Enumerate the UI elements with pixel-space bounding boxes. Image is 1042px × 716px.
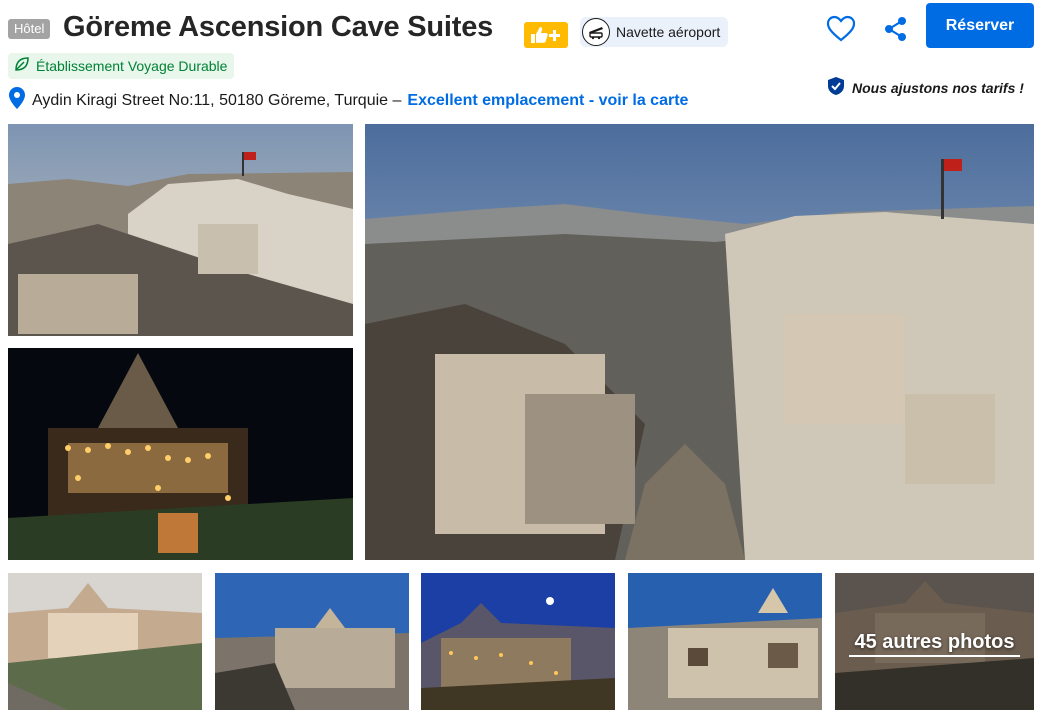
gallery-photo-1[interactable] bbox=[8, 124, 353, 336]
price-note-text: Nous ajustons nos tarifs ! bbox=[852, 79, 1024, 96]
map-link[interactable]: Excellent emplacement - voir la carte bbox=[407, 92, 688, 110]
sustainable-travel-label: Établissement Voyage Durable bbox=[36, 58, 228, 74]
heart-icon[interactable] bbox=[826, 14, 856, 44]
address-text: Aydin Kiragi Street No:11, 50180 Göreme,… bbox=[32, 91, 402, 109]
shuttle-icon bbox=[582, 18, 610, 46]
thumbs-up-plus-icon[interactable] bbox=[524, 22, 568, 48]
address-row: Aydin Kiragi Street No:11, 50180 Göreme,… bbox=[8, 86, 688, 115]
gallery-photo-5[interactable] bbox=[421, 573, 615, 710]
map-pin-icon bbox=[8, 86, 26, 115]
airport-shuttle-pill[interactable]: Navette aéroport bbox=[580, 17, 729, 47]
shuttle-label: Navette aéroport bbox=[616, 24, 721, 40]
gallery-photo-main[interactable] bbox=[365, 124, 1034, 560]
gallery-photo-2[interactable] bbox=[8, 348, 353, 560]
gallery-photo-6[interactable] bbox=[628, 573, 822, 710]
price-match-note[interactable]: Nous ajustons nos tarifs ! bbox=[826, 76, 1024, 99]
sustainable-travel-badge[interactable]: Établissement Voyage Durable bbox=[8, 53, 235, 79]
more-photos-label[interactable]: 45 autres photos bbox=[835, 631, 1034, 654]
leaf-icon bbox=[14, 56, 30, 77]
gallery-photo-4[interactable] bbox=[215, 573, 409, 710]
reserve-button[interactable]: Réserver bbox=[926, 3, 1034, 48]
property-type-badge: Hôtel bbox=[8, 19, 51, 39]
more-photos-underline bbox=[849, 655, 1020, 657]
gallery-photo-more[interactable]: 45 autres photos bbox=[835, 573, 1034, 710]
gallery-photo-3[interactable] bbox=[8, 573, 202, 710]
share-icon[interactable] bbox=[882, 14, 910, 44]
hotel-title: Göreme Ascension Cave Suites bbox=[63, 11, 494, 43]
shield-check-icon bbox=[826, 76, 846, 99]
